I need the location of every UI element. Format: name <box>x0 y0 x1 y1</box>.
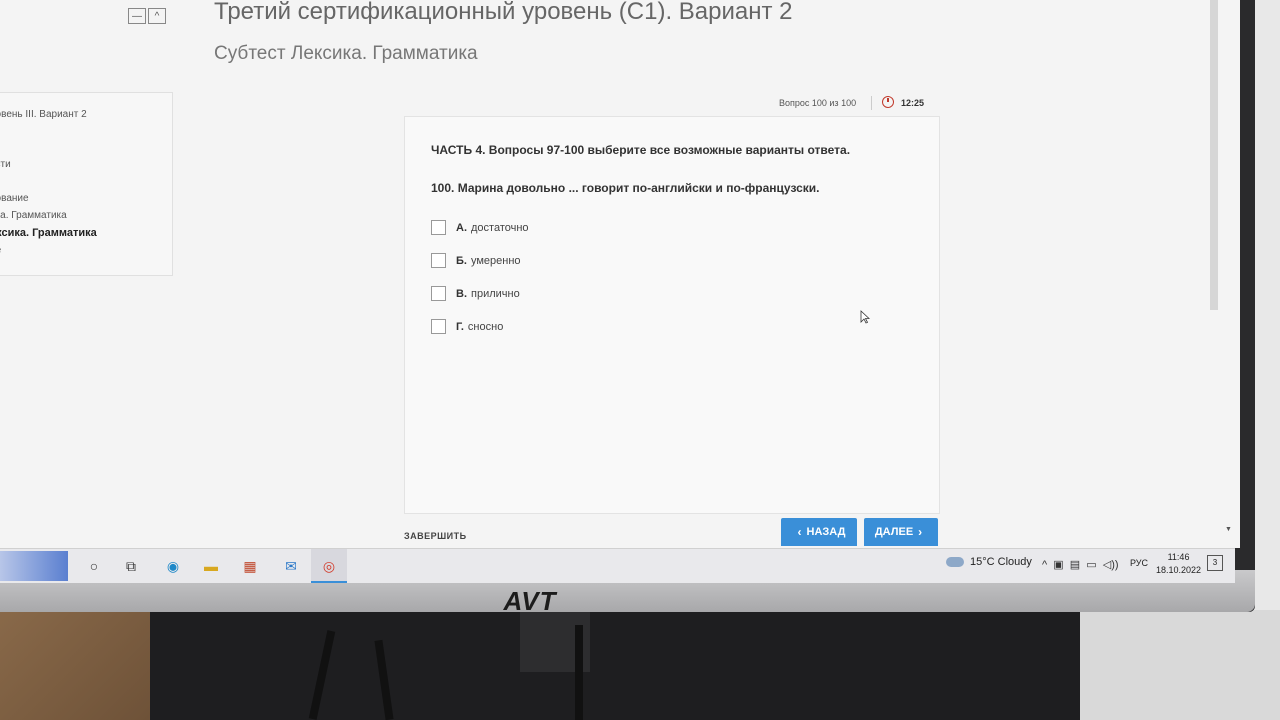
monitor-underside <box>150 610 1080 720</box>
system-tray-icons[interactable]: ^ ▣ ▤ ▭ ◁)) <box>1042 558 1119 571</box>
clock-date: 18.10.2022 <box>1156 565 1202 575</box>
mail-icon[interactable]: ✉ <box>281 556 301 576</box>
sidebar-item-variant[interactable]: ровень III. Вариант 2 <box>0 109 87 120</box>
cable <box>575 625 583 720</box>
finish-button[interactable]: ЗАВЕРШИТЬ <box>404 531 467 541</box>
sidebar-item-section[interactable]: ости <box>0 159 11 170</box>
screen: — ^ Третий сертификационный уровень (С1)… <box>0 0 1240 548</box>
monitor-brand-logo: AVT <box>503 586 557 616</box>
next-label: ДАЛЕЕ <box>874 526 914 538</box>
question-instruction: ЧАСТЬ 4. Вопросы 97-100 выберите все воз… <box>431 143 851 157</box>
answer-checkbox[interactable] <box>431 220 446 235</box>
page-title: Третий сертификационный уровень (С1). Ва… <box>214 0 793 25</box>
store-icon[interactable]: ▦ <box>240 556 260 576</box>
answer-checkbox[interactable] <box>431 286 446 301</box>
mouse-cursor-icon <box>860 310 870 324</box>
option-letter: Б. <box>456 254 467 267</box>
chevron-left-icon: ‹ <box>797 525 802 539</box>
start-button[interactable] <box>0 551 68 581</box>
clock-time: 11:46 <box>1167 552 1190 562</box>
question-text: 100. Марина довольно ... говорит по-англ… <box>431 181 820 195</box>
answer-checkbox[interactable] <box>431 253 446 268</box>
weather-widget[interactable]: 15°C Cloudy <box>946 556 1032 568</box>
clock[interactable]: 11:46 18.10.2022 <box>1156 551 1201 577</box>
search-icon[interactable]: ○ <box>84 556 104 576</box>
scrollbar[interactable] <box>1210 0 1218 310</box>
chevron-right-icon: › <box>918 525 923 539</box>
notification-icon[interactable]: 3 <box>1207 555 1223 571</box>
cloud-icon <box>946 557 964 567</box>
file-explorer-icon[interactable]: ▬ <box>201 556 221 576</box>
answer-option[interactable]: А. достаточно <box>431 220 529 235</box>
minimize-icon[interactable]: — <box>128 8 146 24</box>
scroll-down-icon[interactable]: ▼ <box>1225 526 1232 533</box>
divider <box>871 96 872 110</box>
window-controls: — ^ <box>128 8 168 24</box>
taskbar: ○ ⧉ ◉ ▬ ▦ ✉ ◎ 15°C Cloudy ^ ▣ ▤ ▭ ◁)) РУ… <box>0 548 1235 583</box>
task-view-icon[interactable]: ⧉ <box>121 556 141 576</box>
answer-checkbox[interactable] <box>431 319 446 334</box>
sidebar-item-grammar[interactable]: ика. Грамматика <box>0 210 67 221</box>
back-label: НАЗАД <box>806 526 846 538</box>
option-text: сносно <box>467 320 504 333</box>
option-text: прилично <box>471 287 520 300</box>
language-indicator[interactable]: РУС <box>1130 558 1148 568</box>
question-counter: Вопрос 100 из 100 <box>779 98 857 108</box>
chrome-icon[interactable]: ◎ <box>319 556 339 576</box>
answer-option[interactable]: Б. умеренно <box>431 253 521 268</box>
option-text: достаточно <box>471 221 529 234</box>
edge-icon[interactable]: ◉ <box>163 556 183 576</box>
chevron-up-icon[interactable]: ^ <box>148 8 166 24</box>
option-letter: В. <box>456 287 467 300</box>
weather-text: 15°C Cloudy <box>970 556 1032 568</box>
timer-value: 12:25 <box>901 98 925 108</box>
answer-option[interactable]: Г. сносно <box>431 319 503 334</box>
background-desk <box>1080 610 1280 720</box>
option-letter: Г. <box>456 320 464 333</box>
option-letter: А. <box>456 221 467 234</box>
page-subtitle: Субтест Лексика. Грамматика <box>214 43 478 64</box>
background-floor <box>0 600 150 720</box>
sidebar-item-lexis-grammar-active[interactable]: ексика. Грамматика <box>0 227 97 239</box>
answer-option[interactable]: В. прилично <box>431 286 520 301</box>
back-button[interactable]: ‹ НАЗАД <box>781 518 857 546</box>
sidebar-item-listening[interactable]: рование <box>0 193 29 204</box>
timer-icon <box>882 96 894 108</box>
sidebar-item-other[interactable]: ие <box>0 245 1 256</box>
sidebar: ровень III. Вариант 2 ости рование ика. … <box>0 92 173 276</box>
next-button[interactable]: ДАЛЕЕ › <box>864 518 938 546</box>
option-text: умеренно <box>470 254 521 267</box>
